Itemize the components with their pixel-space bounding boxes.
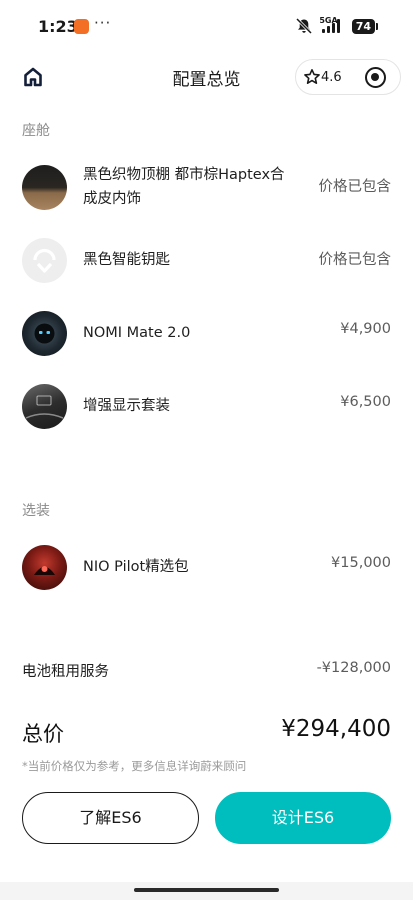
nomi-face-icon (34, 323, 55, 344)
car-front-icon (34, 566, 55, 575)
nio-logo-icon (33, 248, 56, 273)
list-item[interactable]: 黑色织物顶棚 都市棕Haptex合成皮内饰 价格已包含 (0, 165, 413, 225)
hud-thumbnail (22, 384, 67, 429)
total-price: ¥294,400 (281, 716, 391, 742)
item-price: ¥6,500 (340, 394, 391, 410)
nomi-thumbnail (22, 311, 67, 356)
nav-bar: 配置总览 4.6 (0, 56, 413, 98)
hud-display-icon (25, 395, 64, 419)
list-item[interactable]: 增强显示套装 ¥6,500 (0, 384, 413, 444)
item-price: 价格已包含 (318, 179, 392, 195)
item-name: 黑色织物顶棚 都市棕Haptex合成皮内饰 (83, 167, 285, 207)
price-disclaimer: *当前价格仅为参考，更多信息详询蔚来顾问 (22, 759, 247, 773)
total-row: 总价 ¥294,400 (0, 716, 413, 752)
rating-value[interactable]: 4.6 (321, 70, 342, 85)
battery-service-value: -¥128,000 (316, 660, 391, 676)
battery-service-label: 电池租用服务 (22, 664, 109, 680)
design-es6-button[interactable]: 设计ES6 (215, 792, 391, 844)
item-price: ¥4,900 (340, 321, 391, 337)
item-price: 价格已包含 (318, 252, 392, 268)
learn-es6-button[interactable]: 了解ES6 (22, 792, 199, 844)
item-price: ¥15,000 (331, 555, 391, 571)
list-item[interactable]: NIO Pilot精选包 ¥15,000 (0, 545, 413, 605)
status-icons: 5GA 74 (295, 16, 379, 34)
nio-pilot-thumbnail (22, 545, 67, 590)
more-notifications-indicator: ··· (94, 14, 112, 32)
status-bar: 1:23 ··· 5GA 74 (0, 0, 413, 56)
miniprogram-capsule: 4.6 (295, 59, 401, 95)
home-indicator[interactable] (134, 888, 279, 892)
interior-thumbnail (22, 165, 67, 210)
section-title-optional: 选装 (22, 503, 50, 519)
item-name: 黑色智能钥匙 (83, 252, 170, 268)
status-time: 1:23 (38, 17, 78, 36)
battery-service-row: 电池租用服务 -¥128,000 (0, 660, 413, 684)
item-name: NIO Pilot精选包 (83, 559, 189, 575)
key-thumbnail (22, 238, 67, 283)
network-type-label: 5GA (319, 16, 338, 25)
battery-icon: 74 (351, 18, 379, 34)
close-target-icon[interactable] (365, 67, 386, 88)
gesture-bar-area (0, 882, 413, 900)
star-icon[interactable] (303, 68, 321, 86)
list-item[interactable]: 黑色智能钥匙 价格已包含 (0, 238, 413, 298)
item-name: NOMI Mate 2.0 (83, 325, 191, 341)
section-title-cabin: 座舱 (22, 123, 50, 139)
total-label: 总价 (22, 722, 64, 746)
mute-icon (296, 18, 313, 34)
app-notification-icon (74, 19, 89, 34)
list-item[interactable]: NOMI Mate 2.0 ¥4,900 (0, 311, 413, 371)
item-name: 增强显示套装 (83, 398, 170, 414)
